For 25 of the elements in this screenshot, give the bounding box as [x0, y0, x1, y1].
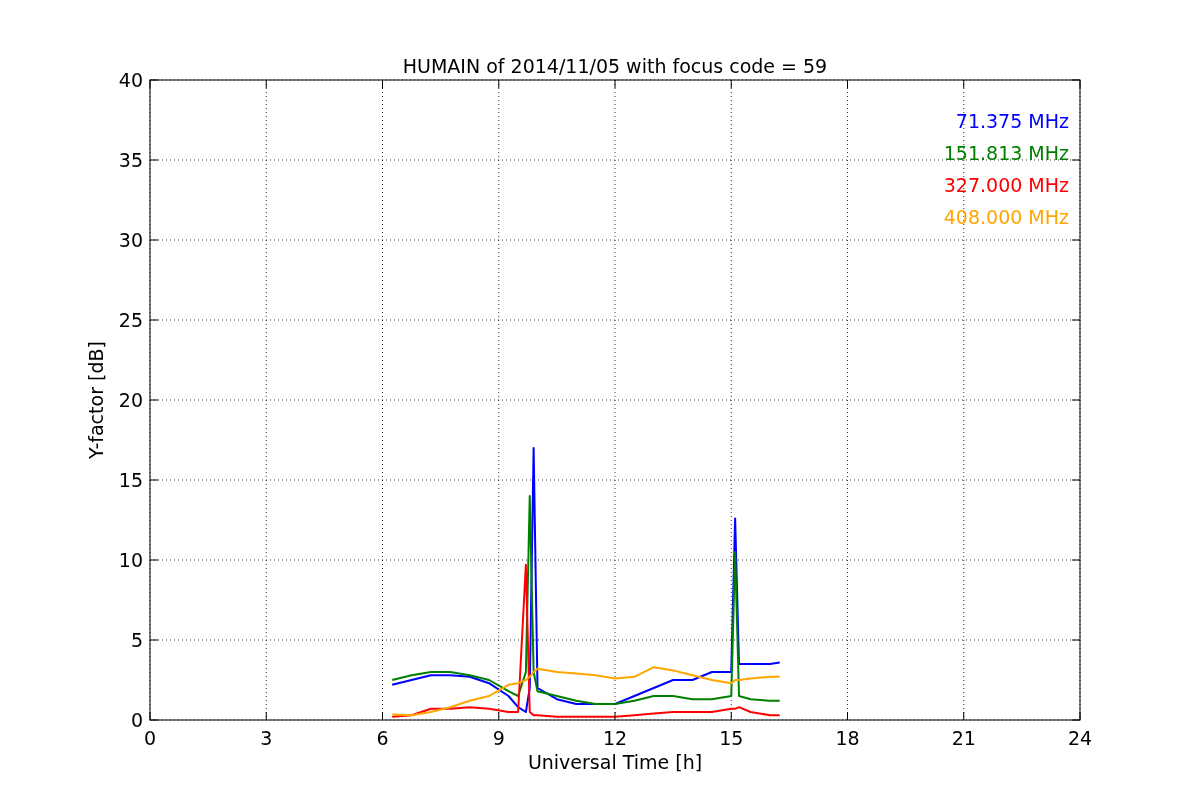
legend-label: 327.000 MHz: [943, 174, 1069, 196]
tick-label: 24: [1067, 727, 1093, 749]
tick-label: 30: [118, 229, 143, 251]
tick-label: 21: [951, 727, 976, 749]
axis-label: Universal Time [h]: [527, 751, 703, 773]
tick-label: 40: [118, 69, 143, 91]
tick-label: 6: [376, 727, 389, 749]
tick-label: 12: [602, 727, 628, 749]
tick-label: 0: [143, 727, 157, 749]
tick-label: 20: [118, 389, 143, 411]
tick-label: 0: [130, 709, 143, 731]
tick-label: 10: [118, 549, 143, 571]
legend-label: 71.375 MHz: [955, 110, 1069, 132]
tick-label: 15: [719, 727, 744, 749]
tick-label: 3: [260, 727, 273, 749]
tick-label: 9: [492, 727, 505, 749]
tick-label: 18: [835, 727, 860, 749]
chart-title: HUMAIN of 2014/11/05 with focus code = 59: [402, 55, 828, 77]
tick-label: 35: [118, 149, 143, 171]
tick-label: 15: [118, 469, 143, 491]
tick-label: 5: [130, 629, 143, 651]
axis-label: Y-factor [dB]: [85, 341, 107, 459]
legend-label: 151.813 MHz: [943, 142, 1069, 164]
tick-label: 25: [118, 309, 143, 331]
legend-label: 408.000 MHz: [943, 206, 1069, 228]
